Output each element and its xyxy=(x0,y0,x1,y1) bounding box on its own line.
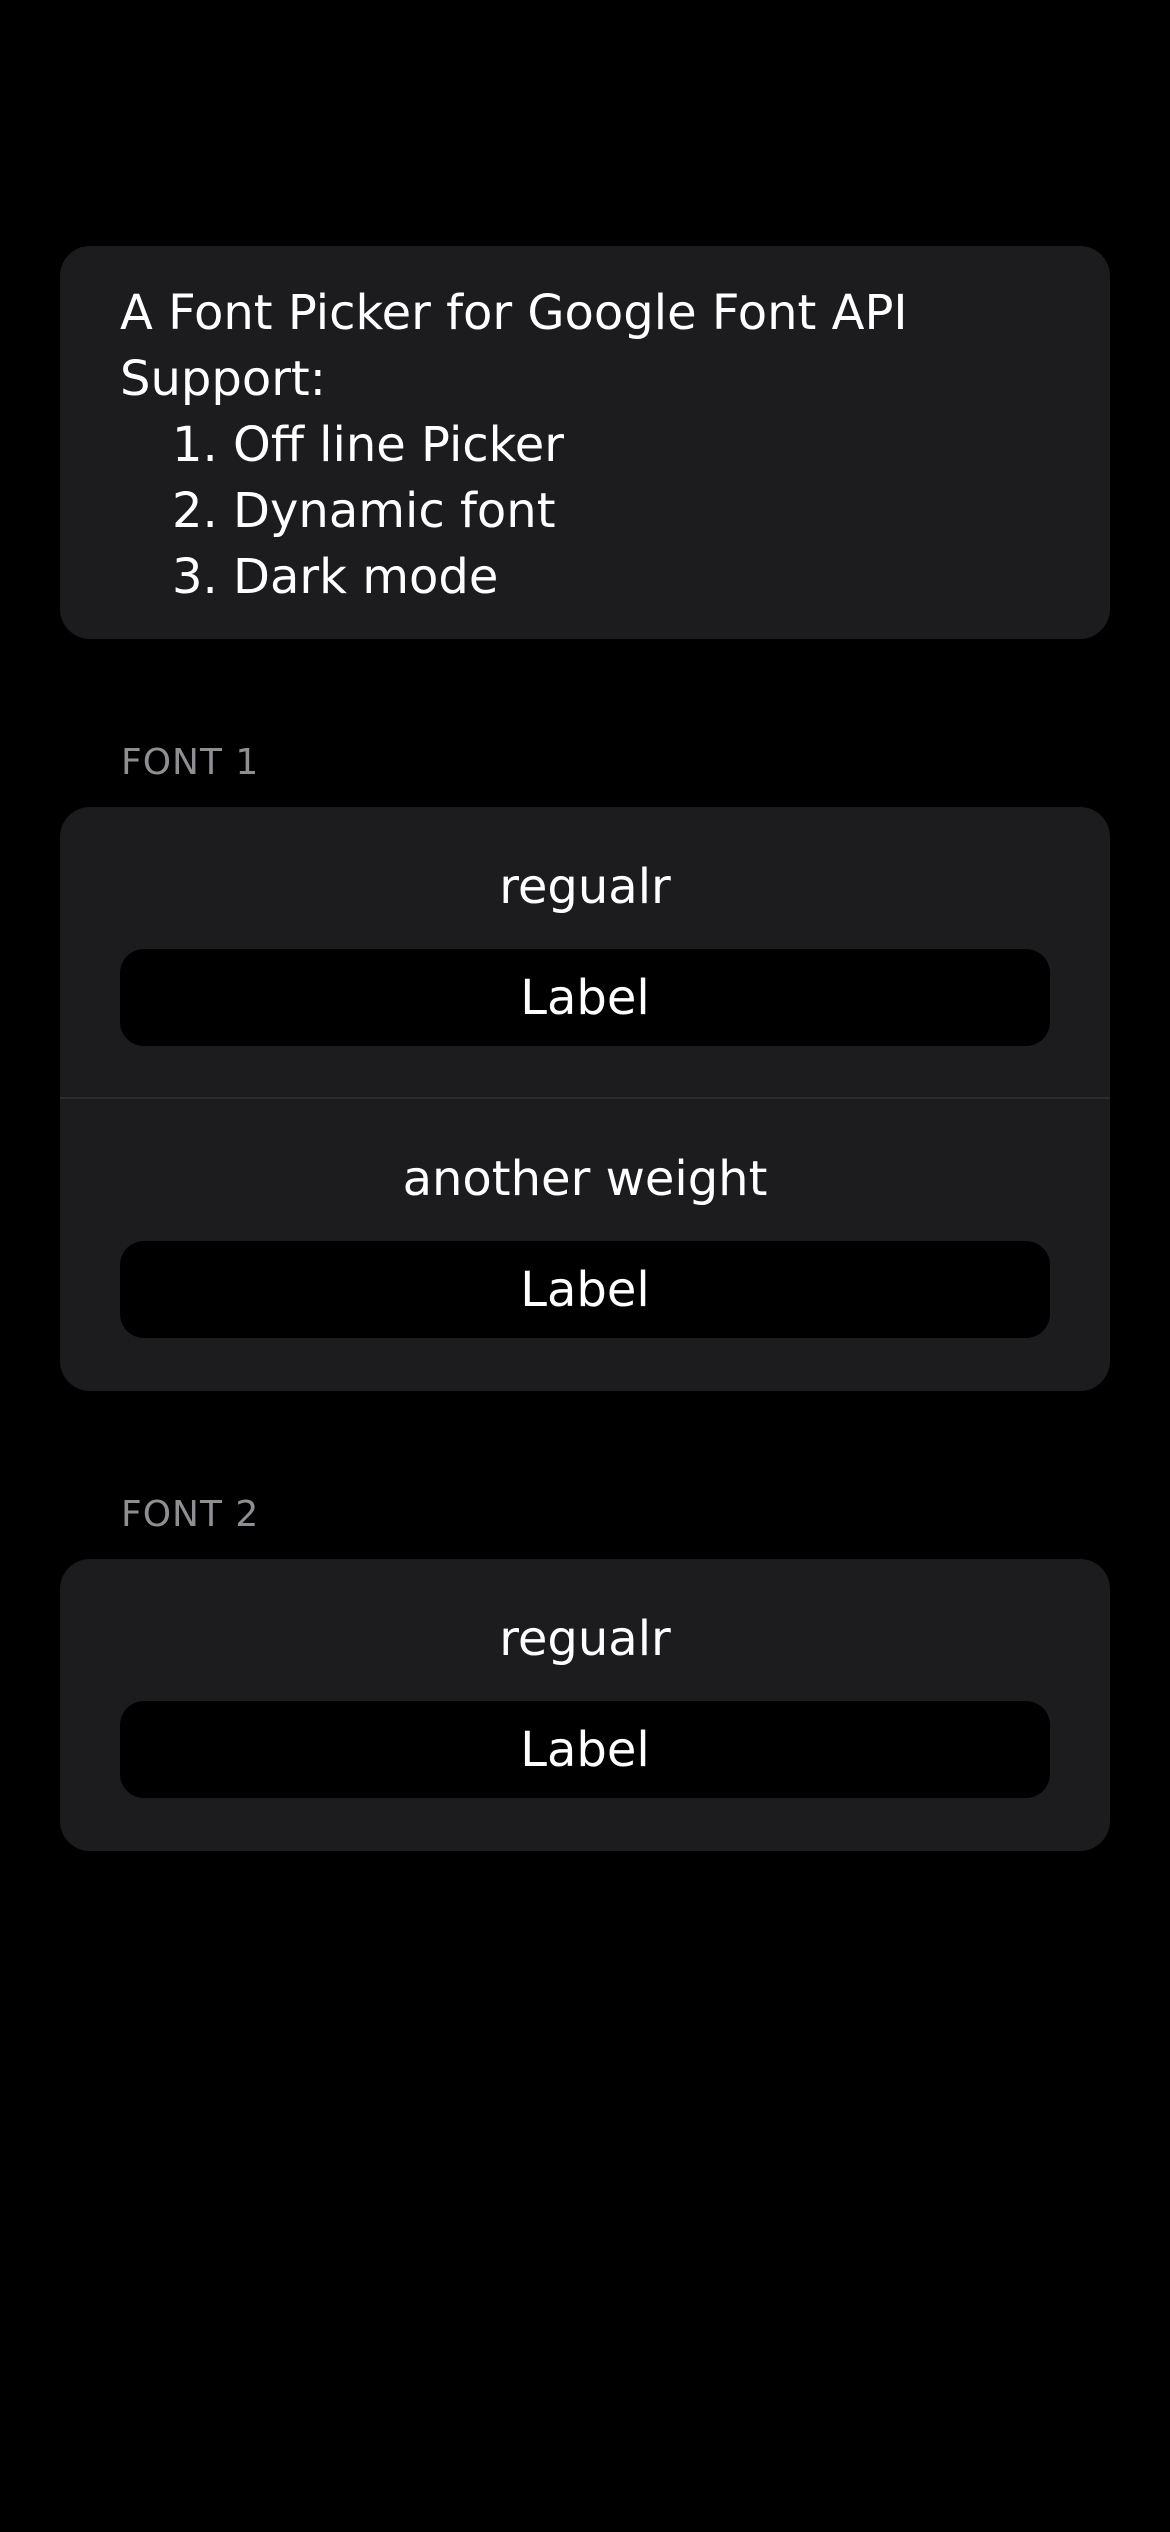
font-1-row-regular[interactable]: regualr Label xyxy=(60,807,1110,1099)
section-header-font-2: FONT 2 xyxy=(121,1494,260,1535)
font-preview-label[interactable]: Label xyxy=(120,1701,1050,1798)
font-preview-label[interactable]: Label xyxy=(120,1241,1050,1338)
feature-item-dynamic-font: 2. Dynamic font xyxy=(172,483,556,539)
feature-item-dark-mode: 3. Dark mode xyxy=(172,549,499,605)
intro-support-label: Support: xyxy=(120,351,326,407)
font-preview-label[interactable]: Label xyxy=(120,949,1050,1046)
feature-item-offline-picker: 1. Off line Picker xyxy=(172,417,565,473)
font-2-row-regular[interactable]: regualr Label xyxy=(60,1559,1110,1851)
intro-card: A Font Picker for Google Font API Suppor… xyxy=(60,246,1110,639)
font-1-row-another-weight[interactable]: another weight Label xyxy=(60,1099,1110,1391)
weight-name: regualr xyxy=(499,859,671,915)
intro-title: A Font Picker for Google Font API xyxy=(120,285,908,341)
weight-name: regualr xyxy=(499,1611,671,1667)
section-header-font-1: FONT 1 xyxy=(121,742,260,783)
weight-name: another weight xyxy=(402,1151,768,1207)
